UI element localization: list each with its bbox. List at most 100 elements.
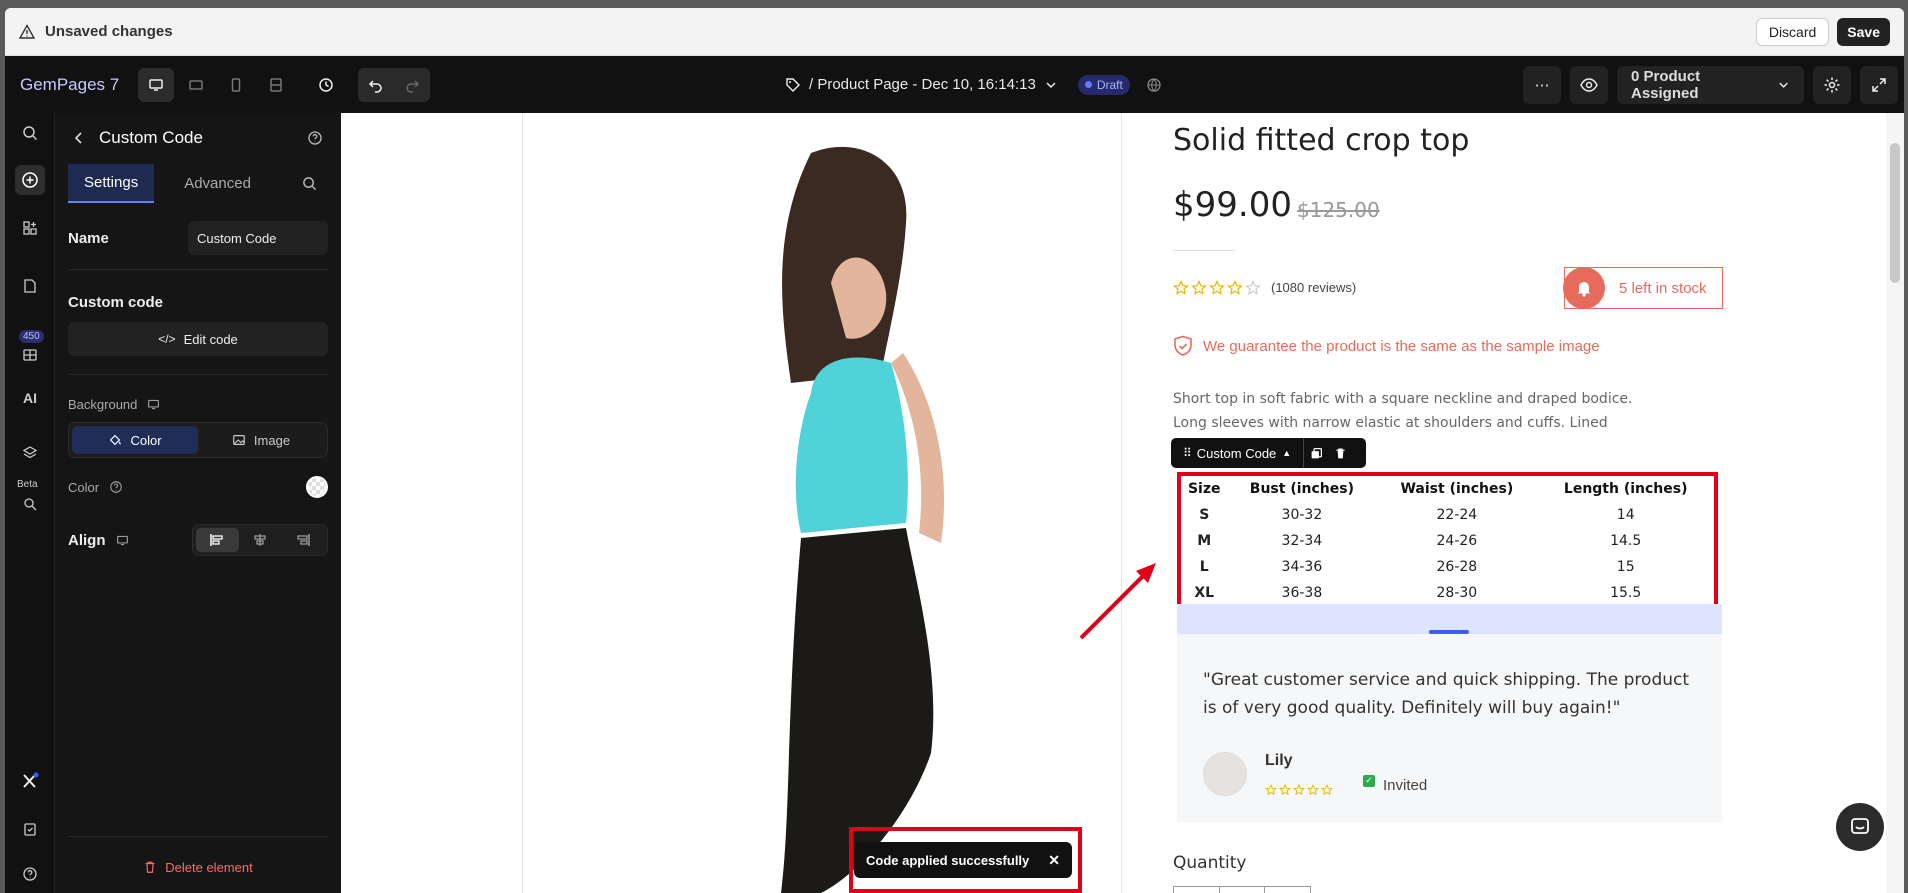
table-cell: 34-36 <box>1281 559 1323 575</box>
name-input[interactable]: Custom Code <box>188 221 328 255</box>
layers-icon <box>22 446 38 459</box>
align-center-button[interactable] <box>239 528 282 552</box>
align-left-button[interactable] <box>196 528 239 552</box>
help-icon[interactable] <box>307 130 323 146</box>
undo-redo-group <box>358 67 430 102</box>
rail-help-button[interactable] <box>15 859 45 889</box>
save-button[interactable]: Save <box>1837 17 1890 46</box>
more-options-button[interactable]: ⋯ <box>1523 65 1561 104</box>
table-cell: 28-30 <box>1436 585 1478 601</box>
preview-button[interactable] <box>1570 65 1608 104</box>
desktop-view-button[interactable] <box>138 67 174 102</box>
table-cell: 14 <box>1616 507 1635 523</box>
rail-layers-button[interactable] <box>15 438 45 468</box>
globe-icon[interactable] <box>1146 77 1162 93</box>
fullscreen-button[interactable] <box>1860 65 1898 104</box>
background-type-toggle: Color Image <box>68 422 328 458</box>
guarantee-text: We guarantee the product is the same as … <box>1203 337 1600 355</box>
duplicate-button[interactable] <box>1304 447 1328 460</box>
table-row: M 32-34 24-26 14.5 <box>1181 528 1714 554</box>
check-icon: ✓ <box>1363 774 1375 787</box>
layout-view-button[interactable] <box>258 68 294 102</box>
background-image-option[interactable]: Image <box>198 426 324 454</box>
chevron-down-icon <box>1779 82 1788 88</box>
align-right-button[interactable] <box>281 528 324 552</box>
quantity-stepper[interactable] <box>1173 886 1311 893</box>
review-count: (1080 reviews) <box>1271 280 1357 295</box>
page-selector[interactable]: / Product Page - Dec 10, 16:14:13 Draft <box>785 56 1162 113</box>
plus-circle-icon <box>22 172 38 188</box>
history-button[interactable] <box>308 68 344 102</box>
table-cell: S <box>1199 507 1210 523</box>
rail-beta-feature-button[interactable] <box>15 489 45 519</box>
chat-icon <box>1851 818 1869 834</box>
element-toolbar-label[interactable]: ⠿ Custom Code ▲ <box>1171 438 1305 468</box>
toolbar-right: ⋯ 0 Product Assigned <box>1523 56 1904 113</box>
rail-add-element-button[interactable] <box>15 165 45 195</box>
toast-text: Code applied successfully <box>866 852 1030 868</box>
tab-settings[interactable]: Settings <box>68 163 155 203</box>
code-icon: </> <box>158 332 176 346</box>
rail-integrations-button[interactable] <box>15 766 45 796</box>
delete-button[interactable] <box>1328 447 1352 460</box>
testimonial-card: "Great customer service and quick shippi… <box>1177 634 1722 822</box>
table-cell: L <box>1199 559 1209 575</box>
search-icon <box>23 126 38 141</box>
redo-button[interactable] <box>394 68 430 102</box>
chat-launcher[interactable] <box>1836 803 1884 851</box>
color-swatch[interactable] <box>306 476 328 498</box>
mobile-view-button[interactable] <box>218 68 254 102</box>
background-color-option[interactable]: Color <box>72 426 198 454</box>
reviewer-stars <box>1265 783 1333 801</box>
table-cell: M <box>1197 533 1212 549</box>
rail-ai-button[interactable]: AI <box>15 383 45 413</box>
tablet-landscape-view-button[interactable] <box>178 68 214 102</box>
product-assign-dropdown[interactable]: 0 Product Assigned <box>1617 65 1804 104</box>
trash-icon <box>1336 447 1345 458</box>
rail-apps-button[interactable] <box>15 213 45 243</box>
table-cell: 32-34 <box>1281 533 1323 549</box>
success-toast: Code applied successfully ✕ <box>854 842 1072 878</box>
drop-zone[interactable] <box>1177 604 1722 634</box>
invited-text: Invited <box>1383 777 1428 794</box>
eye-icon <box>1580 77 1598 92</box>
desktop-icon <box>116 535 128 545</box>
star-icon <box>1227 280 1243 301</box>
product-price: $99.00 <box>1173 185 1292 225</box>
discard-button[interactable]: Discard <box>1755 17 1830 46</box>
expand-icon <box>1872 77 1886 92</box>
back-arrow-icon[interactable] <box>73 131 85 145</box>
color-row: Color <box>55 476 341 498</box>
avatar <box>1203 752 1247 796</box>
testimonial-quote: "Great customer service and quick shippi… <box>1203 670 1690 718</box>
rail-checklist-button[interactable] <box>15 814 45 844</box>
editor-canvas: Solid fitted crop top $99.00 $125.00 (10… <box>341 113 1904 893</box>
paint-bucket-icon <box>110 434 122 446</box>
clipboard-icon <box>24 823 36 836</box>
close-icon[interactable]: ✕ <box>1048 852 1060 869</box>
tab-advanced[interactable]: Advanced <box>168 165 267 202</box>
edit-code-button[interactable]: </> Edit code <box>68 322 328 356</box>
star-icon <box>1307 783 1319 801</box>
delete-element-button[interactable]: Delete element <box>55 860 341 875</box>
drag-handle-icon[interactable]: ⠿ <box>1183 446 1192 460</box>
rail-search-button[interactable] <box>15 118 45 148</box>
settings-button[interactable] <box>1813 65 1851 104</box>
edit-code-label: Edit code <box>183 331 238 347</box>
table-row: XL 36-38 28-30 15.5 <box>1181 580 1714 606</box>
table-cell: 22-24 <box>1436 507 1478 523</box>
bell-icon <box>1563 267 1605 309</box>
star-icon <box>1191 280 1207 301</box>
rail-pages-button[interactable] <box>15 271 45 301</box>
undo-button[interactable] <box>358 68 394 102</box>
help-icon <box>23 867 37 881</box>
more-icon: ⋯ <box>1534 76 1550 94</box>
shield-check-icon <box>1174 335 1192 356</box>
rail-library-button[interactable] <box>15 340 45 370</box>
table-cell: XL <box>1194 585 1215 601</box>
canvas-scrollbar[interactable] <box>1886 113 1904 893</box>
search-icon[interactable] <box>302 176 317 191</box>
size-chart-table[interactable]: Size Bust (inches) Waist (inches) Length (i… <box>1177 472 1718 610</box>
color-label: Color <box>68 479 100 495</box>
unsaved-changes-bar: Unsaved changes Discard Save <box>5 8 1904 56</box>
